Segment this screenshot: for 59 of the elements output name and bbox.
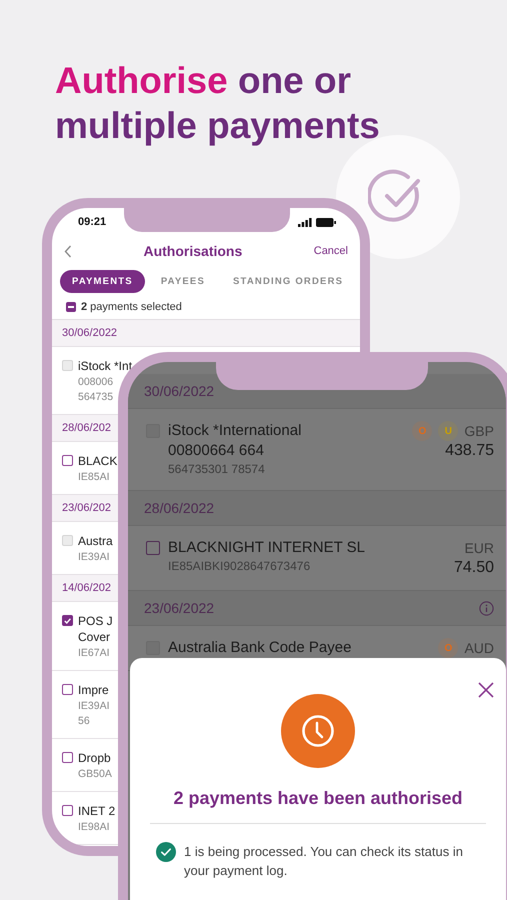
payee-name: Cover xyxy=(78,630,112,645)
info-icon xyxy=(479,600,494,616)
tab[interactable]: PAYMENTS xyxy=(60,270,145,293)
date-header: 30/06/2022 xyxy=(144,383,214,399)
date-header: 23/06/2022 xyxy=(144,600,214,616)
payment-reference: 00800664 664 xyxy=(168,441,265,461)
payee-name: Australia Bank Code Payee xyxy=(168,638,352,658)
account-number: 564735301 78574 xyxy=(168,461,266,478)
payment-detail: IE98AI xyxy=(78,820,111,834)
cancel-button[interactable]: Cancel xyxy=(314,245,348,257)
payee-name: POS J xyxy=(78,614,113,629)
headline: Authorise one or multiple payments xyxy=(55,59,381,148)
close-button[interactable] xyxy=(478,682,494,698)
battery-icon xyxy=(316,218,336,226)
payment-detail: IE85AI xyxy=(78,470,111,484)
clock-icon xyxy=(301,714,335,748)
payee-name: iStock *International xyxy=(168,421,302,441)
payee-name: Impre xyxy=(78,683,110,698)
check-circle-icon xyxy=(156,842,176,862)
checkbox[interactable] xyxy=(62,805,73,816)
payment-detail: IE67AI xyxy=(78,646,111,660)
amount: 74.50 xyxy=(454,558,494,578)
status-message: 1 is being processed. You can check its status in your payment log. xyxy=(184,843,464,880)
account-number: IE85AIBKI9028647673476 xyxy=(168,558,312,575)
sheet-title: 2 payments have been authorised xyxy=(173,788,463,809)
checkbox[interactable] xyxy=(62,615,73,626)
payee-name: Dropb xyxy=(78,751,112,766)
status-badge: U xyxy=(438,421,458,441)
payment-detail: GB50A xyxy=(78,767,112,781)
checkbox[interactable] xyxy=(62,455,73,466)
currency: GBP xyxy=(464,422,494,441)
date-header: 30/06/2022 xyxy=(52,320,360,347)
payment-detail: 56 xyxy=(78,714,91,728)
payment-detail: IE39AI xyxy=(78,550,111,564)
payment-detail: 008006 xyxy=(78,375,114,389)
currency: AUD xyxy=(464,639,494,658)
payment-detail: 564735 xyxy=(78,390,114,404)
status-badge: O xyxy=(412,421,432,441)
amount: 438.75 xyxy=(445,441,494,461)
signal-icon xyxy=(298,218,312,226)
checkbox[interactable] xyxy=(62,752,73,763)
payee-name: Austra xyxy=(78,534,113,549)
payee-name: INET 2 xyxy=(78,804,116,819)
payment-detail: IE39AI xyxy=(78,699,110,713)
status-badge: O xyxy=(438,638,458,658)
currency: EUR xyxy=(464,539,494,558)
select-all-checkbox[interactable] xyxy=(66,302,76,312)
screen-title: Authorisations xyxy=(143,243,242,259)
check-icon xyxy=(63,616,72,626)
checkbox[interactable] xyxy=(146,541,160,555)
date-header: 28/06/2022 xyxy=(144,500,214,516)
payee-name: BLACK xyxy=(78,454,118,469)
back-icon xyxy=(64,244,72,258)
selection-count: 2 payments selected xyxy=(81,301,182,313)
payee-name: iStock *Int xyxy=(78,359,132,374)
payee-name: BLACKNIGHT INTERNET SL xyxy=(168,538,366,558)
close-icon xyxy=(478,682,494,698)
checkbox[interactable] xyxy=(62,684,73,695)
status-time: 09:21 xyxy=(78,216,106,228)
